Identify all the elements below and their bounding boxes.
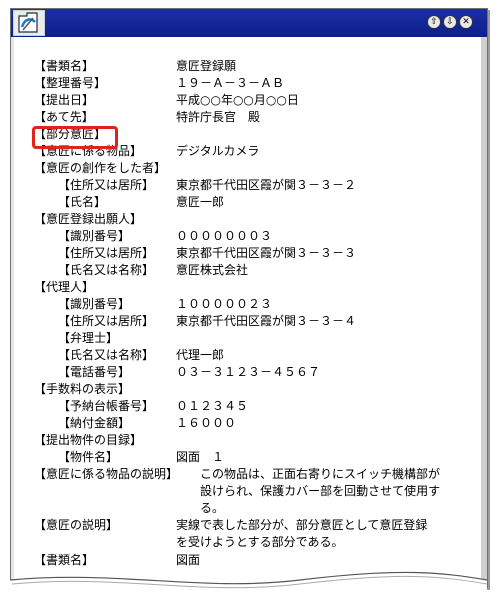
app-icon[interactable] xyxy=(13,10,45,36)
explanation-label: 【意匠の説明】 xyxy=(34,518,119,532)
document-line: 【あて先】 特許庁長官 殿 xyxy=(34,109,474,126)
field-label: 【氏名又は名称】 xyxy=(58,263,155,277)
field-value: １０００００２３ xyxy=(176,297,273,311)
field-value: 平成○○年○○月○○日 xyxy=(176,93,299,107)
field-label: 【代理人】 xyxy=(34,280,95,294)
explanation-text: 実線で表した部分が、部分意匠として意匠登録を受けようとする部分である。 xyxy=(176,518,428,549)
document-line: 【予納台帳番号】 ０１２３４５ xyxy=(34,398,474,415)
field-label: 【納付金額】 xyxy=(58,416,131,430)
document-line: 【意匠登録出願人】 xyxy=(34,211,474,228)
field-value: 図面 １ xyxy=(176,450,225,464)
field-label: 【あて先】 xyxy=(34,110,94,124)
field-value: ０１２３４５ xyxy=(176,399,249,413)
field-value: デジタルカメラ xyxy=(176,144,260,158)
field-value: ０００００００３ xyxy=(176,229,273,243)
document-line: 【電話番号】 ０３－３１２３－４５６７ xyxy=(34,364,474,381)
field-value: 特許庁長官 殿 xyxy=(176,110,261,124)
document-line: 【提出日】 平成○○年○○月○○日 xyxy=(34,92,474,109)
field-label: 【整理番号】 xyxy=(34,76,107,90)
last-label: 【書類名】 xyxy=(34,553,95,567)
scroll-down-icon[interactable]: ⇩ xyxy=(443,15,457,29)
field-label: 【弁理士】 xyxy=(58,331,119,345)
field-value: ０３－３１２３－４５６７ xyxy=(176,365,321,379)
field-label: 【提出物件の目録】 xyxy=(34,433,143,447)
field-label: 【識別番号】 xyxy=(58,229,131,243)
document-line: 【意匠の創作をした者】 xyxy=(34,160,474,177)
scroll-up-icon[interactable]: ⇧ xyxy=(427,15,441,29)
last-value: 図面 xyxy=(176,553,201,567)
field-label: 【住所又は居所】 xyxy=(58,246,155,260)
document-line: 【弁理士】 xyxy=(34,330,474,347)
document-line: 【物件名】 図面 １ xyxy=(34,449,474,466)
document-line: 【氏名又は名称】 代理一郎 xyxy=(34,347,474,364)
document-line: 【氏名又は名称】 意匠株式会社 xyxy=(34,262,474,279)
field-label: 【書類名】 xyxy=(34,59,95,73)
field-value: 東京都千代田区霞が関３－３－２ xyxy=(176,178,357,192)
field-value: 意匠登録願 xyxy=(176,59,237,73)
window-controls: ⇧ ⇩ ✕ xyxy=(427,15,473,29)
field-label: 【予納台帳番号】 xyxy=(58,399,155,413)
field-label: 【電話番号】 xyxy=(58,365,131,379)
document-line: 【納付金額】 １６０００ xyxy=(34,415,474,432)
document-line: 【氏名】 意匠一郎 xyxy=(34,194,474,211)
field-label: 【意匠登録出願人】 xyxy=(34,212,143,226)
field-value: 東京都千代田区霞が関３－３－３ xyxy=(176,246,357,260)
field-value: 意匠一郎 xyxy=(176,195,225,209)
frame-left xyxy=(11,37,14,587)
document-line: 【書類名】 意匠登録願 xyxy=(34,58,474,75)
page-wave-edge xyxy=(9,571,488,600)
document-line: 【住所又は居所】 東京都千代田区霞が関３－３－４ xyxy=(34,313,474,330)
field-label: 【識別番号】 xyxy=(58,297,131,311)
field-label: 【住所又は居所】 xyxy=(58,178,155,192)
document-line: 【識別番号】 １０００００２３ xyxy=(34,296,474,313)
document-line: 【整理番号】 １９－Ａ－３－ＡＢ xyxy=(34,75,474,92)
description-text: この物品は、正面右寄りにスイッチ機構部が設けられ、保護カバー部を回動させて使用す… xyxy=(200,467,441,515)
field-label: 【手数料の表示】 xyxy=(34,382,131,396)
partial-design-highlight xyxy=(32,126,118,149)
field-label: 【氏名又は名称】 xyxy=(58,348,155,362)
frame-right xyxy=(481,37,487,587)
field-value: 代理一郎 xyxy=(176,348,225,362)
field-value: １９－Ａ－３－ＡＢ xyxy=(176,76,285,90)
document-line: 【住所又は居所】 東京都千代田区霞が関３－３－２ xyxy=(34,177,474,194)
field-label: 【提出日】 xyxy=(34,93,95,107)
field-label: 【意匠の創作をした者】 xyxy=(34,161,167,175)
field-label: 【氏名】 xyxy=(58,195,107,209)
document-line: 【手数料の表示】 xyxy=(34,381,474,398)
close-icon[interactable]: ✕ xyxy=(459,15,473,29)
document-line: 【識別番号】 ０００００００３ xyxy=(34,228,474,245)
document-line: 【代理人】 xyxy=(34,279,474,296)
description-label: 【意匠に係る物品の説明】 xyxy=(34,467,179,481)
field-value: 東京都千代田区霞が関３－３－４ xyxy=(176,314,357,328)
title-bar[interactable]: ⇧ ⇩ ✕ xyxy=(11,9,487,37)
field-value: １６０００ xyxy=(176,416,237,430)
document-line: 【提出物件の目録】 xyxy=(34,432,474,449)
field-label: 【物件名】 xyxy=(58,450,119,464)
field-label: 【住所又は居所】 xyxy=(58,314,155,328)
field-value: 意匠株式会社 xyxy=(176,263,249,277)
document-line: 【住所又は居所】 東京都千代田区霞が関３－３－３ xyxy=(34,245,474,262)
